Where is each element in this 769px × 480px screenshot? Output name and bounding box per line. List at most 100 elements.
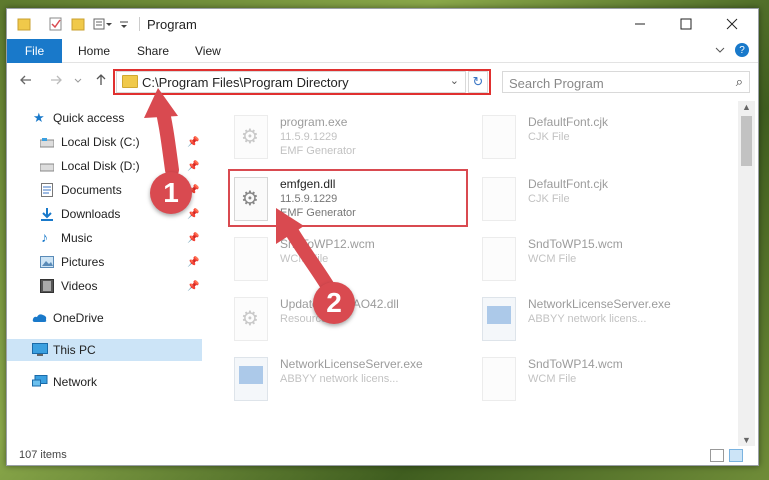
file-item-networklicenseserver-exe-1[interactable]: NetworkLicenseServer.exe ABBYY network l… [482,293,722,349]
file-name: NetworkLicenseServer.exe [280,357,423,371]
file-name: SndToWP12.wcm [280,237,375,251]
generic-file-icon [482,357,516,401]
sidebar-item-label: This PC [53,343,96,357]
file-name: SndToWP15.wcm [528,237,623,251]
file-highlight-box [228,169,468,227]
file-name: NetworkLicenseServer.exe [528,297,671,311]
pin-icon[interactable]: 📌 [187,137,199,148]
file-list: program.exe 11.5.9.1229 EMF Generator De… [204,101,739,446]
star-icon: ★ [33,110,45,125]
details-view-icon[interactable] [710,449,724,462]
sidebar-item-this-pc[interactable]: This PC [7,339,202,361]
chevron-down-icon [74,78,82,83]
recent-locations-button[interactable] [73,73,83,90]
forward-button[interactable] [49,73,63,90]
sidebar-item-label: Videos [61,279,98,293]
sidebar-item-music[interactable]: ♪ Music 📌 [7,227,202,249]
pin-icon[interactable]: 📌 [187,209,199,220]
file-name: program.exe [280,115,348,129]
help-icon[interactable]: ? [735,43,749,57]
file-item-defaultfont-cjk-1[interactable]: DefaultFont.cjk CJK File [482,111,722,167]
minimize-icon [635,23,645,25]
file-type: WCM File [528,373,577,385]
tiles-view-icon[interactable] [729,449,743,462]
customize-toolbar-icon[interactable] [93,16,113,32]
generic-file-icon [482,177,516,221]
file-item-sndtowp15-wcm[interactable]: SndToWP15.wcm WCM File [482,233,722,289]
properties-icon[interactable] [49,16,63,32]
scroll-up-icon[interactable]: ▲ [742,102,751,112]
file-item-program-exe[interactable]: program.exe 11.5.9.1229 EMF Generator [234,111,474,167]
pin-icon[interactable]: 📌 [187,233,199,244]
forward-arrow-icon [51,75,62,85]
file-name: DefaultFont.cjk [528,115,609,129]
file-item-networklicenseserver-exe-2[interactable]: NetworkLicenseServer.exe ABBYY network l… [234,353,474,409]
sidebar-item-videos[interactable]: Videos 📌 [7,275,202,297]
sidebar-item-pictures[interactable]: Pictures 📌 [7,251,202,273]
maximize-button[interactable] [663,9,709,39]
download-icon [40,207,54,221]
back-button[interactable] [19,73,33,90]
sidebar-item-label: Documents [61,183,122,197]
title-separator [139,17,140,31]
tab-home[interactable]: Home [78,44,110,58]
search-input[interactable]: Search Program ⌕ [502,71,750,93]
generic-file-icon [482,115,516,159]
dll-file-icon [234,297,268,341]
music-icon: ♪ [41,229,48,245]
file-item-sndtowp12-wcm[interactable]: SndToWP12.wcm WCM File [234,233,474,289]
tab-share[interactable]: Share [137,44,169,58]
drive-icon [39,161,55,173]
file-item-defaultfont-cjk-2[interactable]: DefaultFont.cjk CJK File [482,173,722,229]
folder-icon[interactable] [17,16,31,32]
sidebar-item-quick-access[interactable]: ★ Quick access [7,107,202,129]
callout-step-two: 2 [313,282,355,324]
close-button[interactable] [709,9,755,39]
ribbon: File Home Share View ? [7,39,758,63]
window-title: Program [147,17,197,32]
sidebar-item-label: OneDrive [53,311,104,325]
pin-icon[interactable]: 📌 [187,257,199,268]
drive-icon [39,137,55,149]
sidebar-item-label: Local Disk (D:) [61,159,140,173]
document-icon [41,183,55,197]
file-name: SndToWP14.wcm [528,357,623,371]
sidebar-item-local-disk-c[interactable]: Local Disk (C:) 📌 [7,131,202,153]
tab-file[interactable]: File [7,39,62,63]
file-description: ABBYY network licens... [528,313,647,325]
up-arrow-icon [96,74,106,85]
file-type: WCM File [528,253,577,265]
address-highlight-box [113,69,491,95]
executable-file-icon [234,357,268,401]
status-bar: 107 items [7,446,758,465]
pin-icon[interactable]: 📌 [187,161,199,172]
new-folder-icon[interactable] [71,16,85,32]
picture-icon [40,256,54,268]
sidebar-item-label: Pictures [61,255,105,269]
tab-view[interactable]: View [195,44,221,58]
maximize-icon [680,18,692,30]
sidebar-item-label: Quick access [53,111,125,125]
sidebar-item-onedrive[interactable]: OneDrive [7,307,202,329]
video-icon [40,279,54,293]
expand-ribbon-icon[interactable] [714,44,726,59]
pin-icon[interactable]: 📌 [187,281,199,292]
file-item-sndtowp14-wcm[interactable]: SndToWP14.wcm WCM File [482,353,722,409]
close-icon [726,18,738,30]
sidebar-item-network[interactable]: Network [7,371,202,393]
scrollbar-thumb[interactable] [741,116,752,166]
generic-file-icon [234,237,268,281]
vertical-scrollbar[interactable]: ▲ ▼ [738,101,755,446]
executable-file-icon [234,115,268,159]
search-placeholder: Search Program [509,76,604,91]
explorer-window: Program File Home Share View ? C:\Progra… [6,8,759,466]
sidebar-item-label: Music [61,231,93,245]
up-button[interactable] [94,73,108,90]
scroll-down-icon[interactable]: ▼ [742,435,751,445]
generic-file-icon [482,237,516,281]
file-version: 11.5.9.1229 [280,131,338,143]
chevron-down-icon[interactable] [119,16,129,32]
sidebar-item-label: Downloads [61,207,121,221]
minimize-button[interactable] [617,9,663,39]
navigation-bar: C:\Program Files\Program Directory ⌄ ↻ S… [7,64,758,98]
